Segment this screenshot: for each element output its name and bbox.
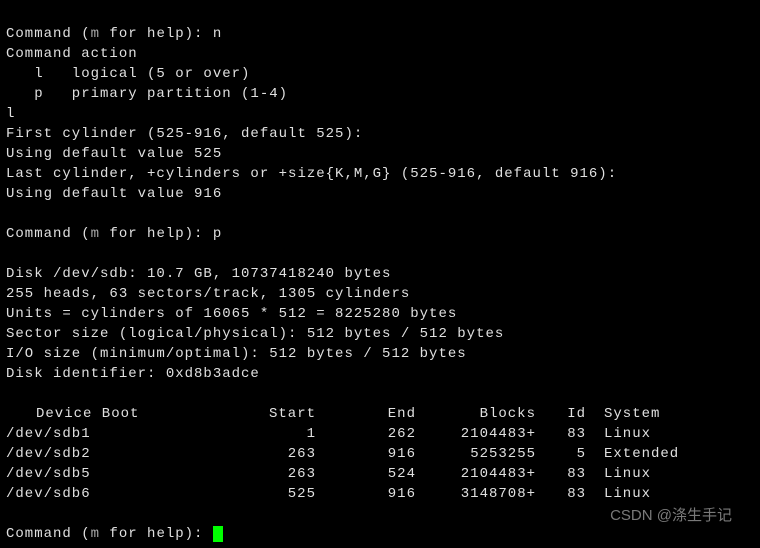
col-end: End bbox=[316, 404, 416, 424]
prompt-line[interactable]: Command (m for help): bbox=[6, 526, 223, 542]
table-header-row: Device Boot Start End Blocks Id System bbox=[6, 404, 679, 424]
cursor-icon bbox=[213, 526, 223, 542]
terminal-screen[interactable]: Command (m for help): n Command action l… bbox=[0, 0, 760, 544]
table-row: /dev/sdb6 525 916 3148708+ 83 Linux bbox=[6, 484, 679, 504]
col-start: Start bbox=[226, 404, 316, 424]
col-blocks: Blocks bbox=[416, 404, 536, 424]
line: l logical (5 or over) bbox=[6, 66, 250, 82]
line: p primary partition (1-4) bbox=[6, 86, 288, 102]
line: 255 heads, 63 sectors/track, 1305 cylind… bbox=[6, 286, 410, 302]
col-id: Id bbox=[536, 404, 586, 424]
line: Command (m for help): n bbox=[6, 26, 222, 42]
line: Sector size (logical/physical): 512 byte… bbox=[6, 326, 504, 342]
line: Disk identifier: 0xd8b3adce bbox=[6, 366, 260, 382]
line: Command (m for help): p bbox=[6, 226, 222, 242]
line: I/O size (minimum/optimal): 512 bytes / … bbox=[6, 346, 467, 362]
line: First cylinder (525-916, default 525): bbox=[6, 126, 363, 142]
line: Units = cylinders of 16065 * 512 = 82252… bbox=[6, 306, 457, 322]
line: Command action bbox=[6, 46, 138, 62]
line: Using default value 525 bbox=[6, 146, 222, 162]
line: Last cylinder, +cylinders or +size{K,M,G… bbox=[6, 166, 617, 182]
col-device: Device Boot bbox=[6, 404, 226, 424]
line: l bbox=[6, 106, 15, 122]
table-row: /dev/sdb1 1 262 2104483+ 83 Linux bbox=[6, 424, 679, 444]
table-row: /dev/sdb2 263 916 5253255 5 Extended bbox=[6, 444, 679, 464]
watermark: CSDN @涤生手记 bbox=[610, 506, 732, 526]
line: Using default value 916 bbox=[6, 186, 222, 202]
partition-table: Device Boot Start End Blocks Id System /… bbox=[6, 404, 679, 504]
line: Disk /dev/sdb: 10.7 GB, 10737418240 byte… bbox=[6, 266, 391, 282]
table-row: /dev/sdb5 263 524 2104483+ 83 Linux bbox=[6, 464, 679, 484]
col-system: System bbox=[586, 404, 679, 424]
